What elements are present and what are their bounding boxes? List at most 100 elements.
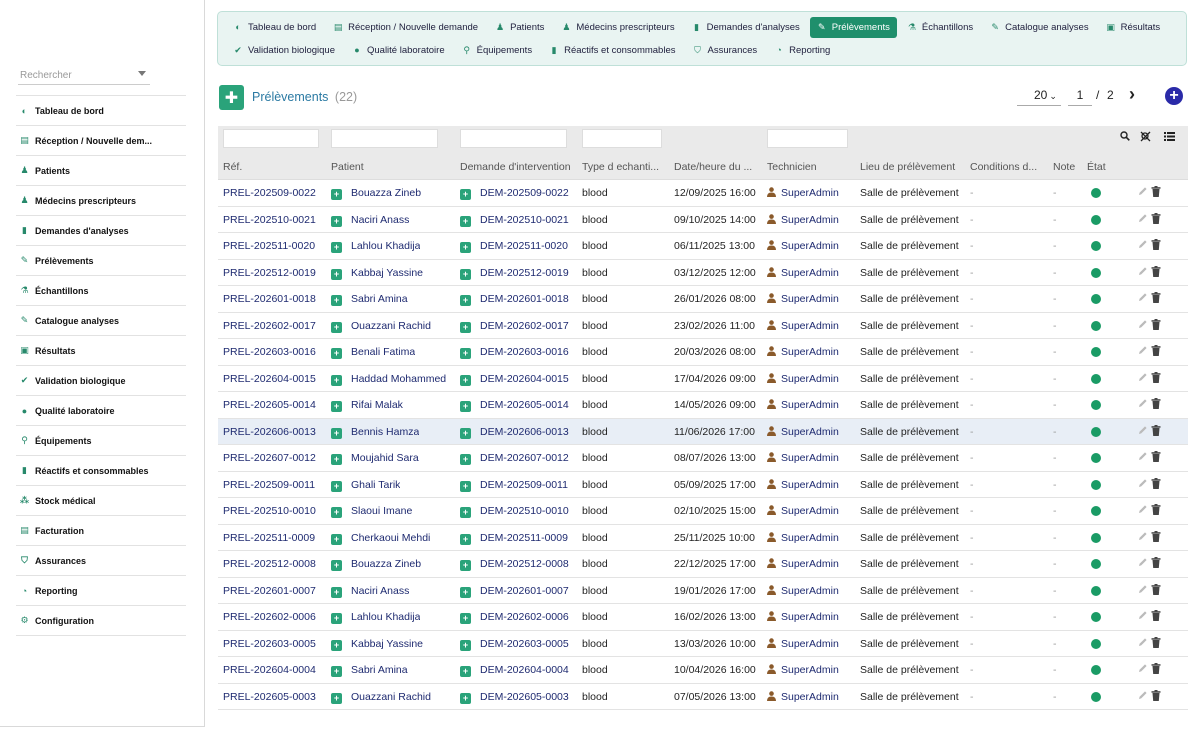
- demande-link[interactable]: + DEM-202512-0019: [460, 267, 569, 280]
- demande-link[interactable]: + DEM-202601-0007: [460, 585, 569, 598]
- technician-link[interactable]: SuperAdmin: [767, 399, 839, 411]
- tab-microscope[interactable]: ⚲ Équipements: [455, 40, 539, 61]
- ref-link[interactable]: PREL-202607-0012: [223, 452, 316, 464]
- technician-link[interactable]: SuperAdmin: [767, 664, 839, 676]
- patient-link[interactable]: + Bouazza Zineb: [331, 187, 421, 200]
- edit-icon[interactable]: [1138, 239, 1148, 252]
- demande-link[interactable]: + DEM-202601-0018: [460, 293, 569, 306]
- edit-icon[interactable]: [1138, 319, 1148, 332]
- trash-icon[interactable]: [1151, 239, 1161, 253]
- column-header[interactable]: Patient: [331, 161, 451, 173]
- column-header[interactable]: Conditions d...: [970, 161, 1046, 173]
- patient-link[interactable]: + Kabbaj Yassine: [331, 638, 423, 651]
- technician-link[interactable]: SuperAdmin: [767, 346, 839, 358]
- patient-link[interactable]: + Sabri Amina: [331, 293, 408, 306]
- sidebar-item-check-double[interactable]: ✔ Validation biologique: [16, 366, 186, 396]
- filter-patient-input[interactable]: [331, 129, 438, 148]
- table-row[interactable]: PREL-202604-0015 + Haddad Mohammed + DEM-2…: [218, 366, 1188, 392]
- ref-link[interactable]: PREL-202603-0005: [223, 638, 316, 650]
- edit-icon[interactable]: [1138, 425, 1148, 438]
- sidebar-item-invoice[interactable]: ▤ Facturation: [16, 516, 186, 546]
- filter-ref-input[interactable]: [223, 129, 319, 148]
- trash-icon[interactable]: [1151, 212, 1161, 227]
- table-row[interactable]: PREL-202510-0021 + Naciri Anass + DEM-2025…: [218, 207, 1188, 233]
- demande-link[interactable]: + DEM-202511-0009: [460, 532, 568, 545]
- trash-icon[interactable]: [1151, 292, 1161, 306]
- trash-icon[interactable]: [1151, 318, 1161, 333]
- page-number-input[interactable]: 1: [1068, 87, 1092, 106]
- tab-flask[interactable]: ⚗ Échantillons: [900, 17, 980, 38]
- edit-icon[interactable]: [1138, 504, 1148, 517]
- demande-link[interactable]: + DEM-202607-0012: [460, 452, 569, 465]
- table-row[interactable]: PREL-202512-0008 + Bouazza Zineb + DEM-202…: [218, 551, 1188, 578]
- sidebar-item-file[interactable]: ▮ Demandes d'analyses: [16, 216, 186, 246]
- tab-chart-pie[interactable]: ◔ Reporting: [767, 40, 837, 61]
- tab-user[interactable]: ♟ Patients: [488, 17, 551, 38]
- ref-link[interactable]: PREL-202602-0017: [223, 320, 316, 332]
- column-header[interactable]: Technicien: [767, 161, 855, 173]
- patient-link[interactable]: + Ouazzani Rachid: [331, 691, 431, 704]
- sidebar-item-microscope[interactable]: ⚲ Équipements: [16, 426, 186, 456]
- sidebar-item-boxes[interactable]: ⁂ Stock médical: [16, 486, 186, 516]
- patient-link[interactable]: + Cherkaoui Mehdi: [331, 532, 430, 545]
- technician-link[interactable]: SuperAdmin: [767, 214, 839, 226]
- table-row[interactable]: PREL-202606-0013 + Bennis Hamza + DEM-2026…: [218, 418, 1188, 445]
- edit-icon[interactable]: [1138, 451, 1148, 464]
- demande-link[interactable]: + DEM-202510-0010: [460, 505, 569, 518]
- trash-icon[interactable]: [1151, 477, 1161, 492]
- trash-icon[interactable]: [1151, 636, 1161, 651]
- technician-link[interactable]: SuperAdmin: [767, 585, 839, 597]
- table-row[interactable]: PREL-202607-0012 + Moujahid Sara + DEM-202…: [218, 445, 1188, 472]
- table-row[interactable]: PREL-202602-0017 + Ouazzani Rachid + DEM-2…: [218, 313, 1188, 339]
- technician-link[interactable]: SuperAdmin: [767, 267, 839, 279]
- filter-type-input[interactable]: [582, 129, 662, 148]
- tab-doctor[interactable]: ♟ Médecins prescripteurs: [554, 17, 681, 38]
- technician-link[interactable]: SuperAdmin: [767, 558, 839, 570]
- trash-icon[interactable]: [1151, 583, 1161, 598]
- next-page-icon[interactable]: ›: [1129, 84, 1135, 105]
- sidebar-item-pencil[interactable]: ✎ Catalogue analyses: [16, 306, 186, 336]
- edit-icon[interactable]: [1138, 372, 1148, 385]
- technician-link[interactable]: SuperAdmin: [767, 320, 839, 332]
- demande-link[interactable]: + DEM-202604-0004: [460, 664, 569, 677]
- trash-icon[interactable]: [1151, 557, 1161, 571]
- ref-link[interactable]: PREL-202511-0009: [223, 532, 315, 544]
- patient-link[interactable]: + Bouazza Zineb: [331, 558, 421, 571]
- patient-link[interactable]: + Haddad Mohammed: [331, 373, 446, 386]
- trash-icon[interactable]: [1151, 398, 1161, 412]
- sidebar-item-clipboard[interactable]: ▤ Réception / Nouvelle dem...: [16, 126, 186, 156]
- trash-icon[interactable]: [1151, 186, 1161, 200]
- table-row[interactable]: PREL-202511-0009 + Cherkaoui Mehdi + DEM-2…: [218, 525, 1188, 551]
- demande-link[interactable]: + DEM-202602-0017: [460, 320, 569, 333]
- patient-link[interactable]: + Moujahid Sara: [331, 452, 419, 465]
- sidebar-item-chart-pie[interactable]: ◔ Reporting: [16, 576, 186, 606]
- tab-pencil[interactable]: ✎ Catalogue analyses: [983, 17, 1095, 38]
- trash-icon[interactable]: [1151, 530, 1161, 545]
- ref-link[interactable]: PREL-202510-0010: [223, 505, 316, 517]
- ref-link[interactable]: PREL-202605-0014: [223, 399, 316, 411]
- demande-link[interactable]: + DEM-202602-0006: [460, 611, 569, 624]
- table-row[interactable]: PREL-202602-0006 + Lahlou Khadija + DEM-20…: [218, 604, 1188, 631]
- patient-link[interactable]: + Naciri Anass: [331, 214, 409, 227]
- edit-icon[interactable]: [1138, 557, 1148, 570]
- patient-link[interactable]: + Benali Fatima: [331, 346, 415, 359]
- column-header[interactable]: Note: [1053, 161, 1083, 173]
- tab-badge[interactable]: ● Qualité laboratoire: [345, 40, 452, 61]
- technician-link[interactable]: SuperAdmin: [767, 479, 839, 491]
- table-row[interactable]: PREL-202603-0005 + Kabbaj Yassine + DEM-20…: [218, 631, 1188, 657]
- patient-link[interactable]: + Bennis Hamza: [331, 426, 419, 439]
- sidebar-item-dashboard[interactable]: ◐ Tableau de bord: [16, 96, 186, 126]
- demande-link[interactable]: + DEM-202603-0016: [460, 346, 569, 359]
- tab-shield[interactable]: ⛉ Assurances: [686, 40, 765, 61]
- edit-icon[interactable]: [1138, 584, 1148, 597]
- ref-link[interactable]: PREL-202601-0007: [223, 585, 316, 597]
- patient-link[interactable]: + Ouazzani Rachid: [331, 320, 431, 333]
- ref-link[interactable]: PREL-202604-0004: [223, 664, 316, 676]
- technician-link[interactable]: SuperAdmin: [767, 293, 839, 305]
- list-icon[interactable]: [1164, 131, 1175, 144]
- column-header[interactable]: État: [1087, 161, 1127, 173]
- table-row[interactable]: PREL-202510-0010 + Slaoui Imane + DEM-2025…: [218, 498, 1188, 525]
- table-row[interactable]: PREL-202605-0014 + Rifai Malak + DEM-20260…: [218, 392, 1188, 419]
- edit-icon[interactable]: [1138, 663, 1148, 676]
- chevron-down-icon[interactable]: [138, 71, 146, 76]
